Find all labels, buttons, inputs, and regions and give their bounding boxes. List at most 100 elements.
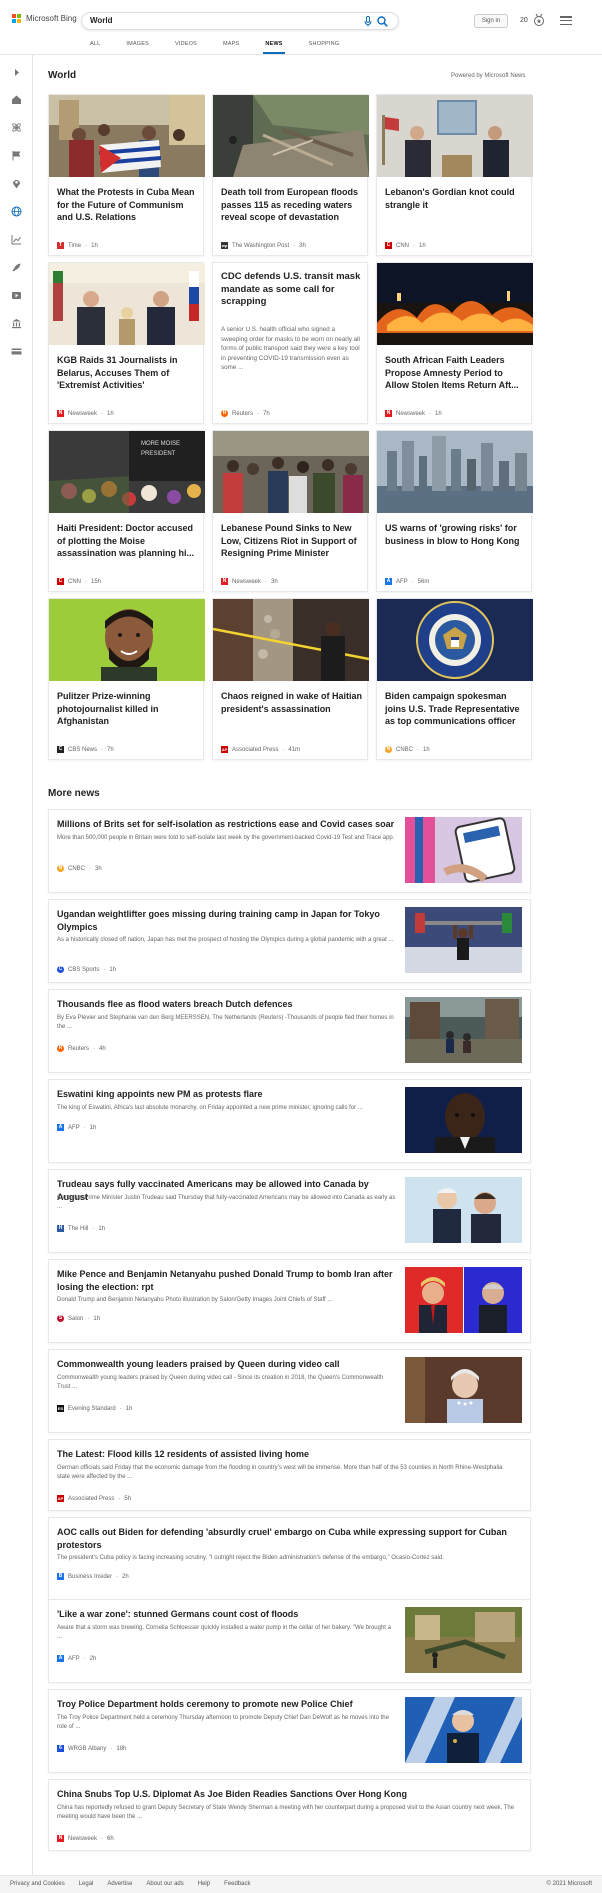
news-source: S Salon · 1h bbox=[57, 1315, 101, 1322]
news-card-title[interactable]: Lebanese Pound Sinks to New Low, Citizen… bbox=[221, 522, 363, 560]
chart-icon[interactable] bbox=[11, 234, 22, 245]
rewards-count[interactable]: 20 bbox=[520, 17, 528, 24]
tab-shopping[interactable]: SHOPPING bbox=[309, 41, 340, 51]
news-list-item[interactable]: The Latest: Flood kills 12 residents of … bbox=[48, 1439, 531, 1511]
source-logo-icon: N bbox=[57, 1835, 64, 1842]
news-list-item[interactable]: Trudeau says fully vaccinated Americans … bbox=[48, 1169, 531, 1253]
news-card-title[interactable]: Pulitzer Prize-winning photojournalist k… bbox=[57, 690, 199, 728]
news-item-title[interactable]: Thousands flee as flood waters breach Du… bbox=[57, 998, 397, 1011]
news-item-title[interactable]: Commonwealth young leaders praised by Qu… bbox=[57, 1358, 397, 1371]
news-card-title[interactable]: Death toll from European floods passes 1… bbox=[221, 186, 363, 224]
news-image-photojournalist bbox=[49, 599, 205, 681]
expand-icon[interactable] bbox=[11, 67, 22, 78]
news-card-title[interactable]: KGB Raids 31 Journalists in Belarus, Acc… bbox=[57, 354, 199, 392]
news-source: N Newsweek · 3h bbox=[221, 578, 278, 585]
money-icon[interactable] bbox=[11, 346, 22, 357]
hamburger-menu-icon[interactable] bbox=[560, 16, 572, 26]
news-list-item[interactable]: Eswatini king appoints new PM as protest… bbox=[48, 1079, 531, 1163]
film-icon[interactable] bbox=[11, 290, 22, 301]
footer-link-help[interactable]: Help bbox=[198, 1881, 210, 1887]
news-item-snippet: The president's Cuba policy is facing in… bbox=[57, 1555, 444, 1561]
news-item-title[interactable]: Troy Police Department holds ceremony to… bbox=[57, 1698, 397, 1711]
search-icon[interactable] bbox=[377, 16, 388, 27]
news-item-title[interactable]: China Snubs Top U.S. Diplomat As Joe Bid… bbox=[57, 1788, 517, 1801]
news-item-title[interactable]: 'Like a war zone': stunned Germans count… bbox=[57, 1608, 397, 1621]
footer-link-legal[interactable]: Legal bbox=[79, 1881, 94, 1887]
news-item-title[interactable]: AOC calls out Biden for defending 'absur… bbox=[57, 1526, 517, 1551]
news-card-title[interactable]: South African Faith Leaders Propose Amne… bbox=[385, 354, 527, 392]
news-card-title[interactable]: CDC defends U.S. transit mask mandate as… bbox=[221, 271, 363, 309]
news-item-snippet: China has reportedly refused to grant De… bbox=[57, 1805, 515, 1820]
news-card[interactable]: Biden campaign spokesman joins U.S. Trad… bbox=[376, 598, 533, 760]
news-card[interactable]: CDC defends U.S. transit mask mandate as… bbox=[212, 262, 368, 424]
powered-by-label[interactable]: Powered by Microsoft News bbox=[451, 73, 525, 79]
microphone-icon[interactable] bbox=[364, 16, 372, 27]
news-list-item[interactable]: Mike Pence and Benjamin Netanyahu pushed… bbox=[48, 1259, 531, 1343]
news-source: T Time · 1h bbox=[57, 242, 98, 249]
location-icon[interactable] bbox=[11, 178, 22, 189]
home-icon[interactable] bbox=[11, 94, 22, 105]
source-logo-icon: C bbox=[57, 966, 64, 973]
news-source: A AFP · 56m bbox=[385, 578, 430, 585]
news-list-item[interactable]: Troy Police Department holds ceremony to… bbox=[48, 1689, 531, 1773]
news-card[interactable]: Chaos reigned in wake of Haitian preside… bbox=[212, 598, 369, 760]
news-item-title[interactable]: Ugandan weightlifter goes missing during… bbox=[57, 908, 397, 933]
search-input[interactable] bbox=[90, 16, 340, 25]
news-source: 6 WRGB Albany · 18h bbox=[57, 1745, 126, 1752]
tab-maps[interactable]: MAPS bbox=[223, 41, 239, 51]
source-logo-icon: ES bbox=[57, 1405, 64, 1412]
news-list-item[interactable]: Ugandan weightlifter goes missing during… bbox=[48, 899, 531, 983]
flag-icon[interactable] bbox=[11, 150, 22, 161]
news-card-title[interactable]: Biden campaign spokesman joins U.S. Trad… bbox=[385, 690, 527, 728]
news-card[interactable]: Death toll from European floods passes 1… bbox=[212, 94, 369, 256]
news-card-title[interactable]: US warns of 'growing risks' for business… bbox=[385, 522, 527, 547]
science-icon[interactable] bbox=[11, 122, 22, 133]
news-list-item[interactable]: AOC calls out Biden for defending 'absur… bbox=[48, 1517, 531, 1601]
svg-text:PRESIDENT: PRESIDENT bbox=[141, 451, 176, 457]
sign-in-button[interactable]: Sign in bbox=[474, 14, 508, 28]
footer-link-about-ads[interactable]: About our ads bbox=[146, 1881, 183, 1887]
more-news-title: More news bbox=[48, 788, 100, 799]
footer-link-feedback[interactable]: Feedback bbox=[224, 1881, 250, 1887]
news-card[interactable]: MORE MOISE PRESIDENT Haiti President: Doc… bbox=[48, 430, 205, 592]
news-card[interactable]: Lebanon's Gordian knot could strangle it… bbox=[376, 94, 533, 256]
search-box[interactable] bbox=[81, 12, 399, 30]
source-logo-icon: N bbox=[221, 578, 228, 585]
rocket-icon[interactable] bbox=[11, 262, 22, 273]
news-card-title[interactable]: Haiti President: Doctor accused of plott… bbox=[57, 522, 199, 560]
footer-link-advertise[interactable]: Advertise bbox=[107, 1881, 132, 1887]
news-card-title[interactable]: Lebanon's Gordian knot could strangle it bbox=[385, 186, 527, 211]
tab-videos[interactable]: VIDEOS bbox=[175, 41, 197, 51]
bank-icon[interactable] bbox=[11, 318, 22, 329]
news-card[interactable]: Pulitzer Prize-winning photojournalist k… bbox=[48, 598, 205, 760]
news-item-title[interactable]: Mike Pence and Benjamin Netanyahu pushed… bbox=[57, 1268, 397, 1293]
news-list-item[interactable]: 'Like a war zone': stunned Germans count… bbox=[48, 1599, 531, 1683]
bing-logo[interactable]: Microsoft Bing bbox=[12, 14, 77, 23]
news-item-snippet: The Troy Police Department held a ceremo… bbox=[57, 1715, 389, 1730]
news-card-title[interactable]: What the Protests in Cuba Mean for the F… bbox=[57, 186, 199, 224]
news-card[interactable]: US warns of 'growing risks' for business… bbox=[376, 430, 533, 592]
news-list-item[interactable]: China Snubs Top U.S. Diplomat As Joe Bid… bbox=[48, 1779, 531, 1851]
tab-images[interactable]: IMAGES bbox=[126, 41, 149, 51]
news-list-item[interactable]: Thousands flee as flood waters breach Du… bbox=[48, 989, 531, 1073]
news-list-item[interactable]: Commonwealth young leaders praised by Qu… bbox=[48, 1349, 531, 1433]
source-logo-icon: T bbox=[57, 242, 64, 249]
news-card-title[interactable]: Chaos reigned in wake of Haitian preside… bbox=[221, 690, 363, 715]
news-source: AP Associated Press · 5h bbox=[57, 1495, 132, 1502]
tab-news[interactable]: NEWS bbox=[263, 41, 286, 54]
news-card[interactable]: KGB Raids 31 Journalists in Belarus, Acc… bbox=[48, 262, 205, 424]
news-card[interactable]: South African Faith Leaders Propose Amne… bbox=[376, 262, 533, 424]
rewards-medal-icon[interactable] bbox=[533, 13, 545, 27]
news-list-item[interactable]: Millions of Brits set for self-isolation… bbox=[48, 809, 531, 893]
source-logo-icon: N bbox=[385, 410, 392, 417]
tab-all[interactable]: ALL bbox=[90, 41, 100, 51]
news-card[interactable]: What the Protests in Cuba Mean for the F… bbox=[48, 94, 205, 256]
news-image-haiti-memorial: MORE MOISE PRESIDENT bbox=[49, 431, 205, 513]
footer-link-privacy[interactable]: Privacy and Cookies bbox=[10, 1881, 65, 1887]
news-item-title[interactable]: The Latest: Flood kills 12 residents of … bbox=[57, 1448, 517, 1461]
news-item-snippet: Commonwealth young leaders praised by Qu… bbox=[57, 1375, 384, 1390]
news-card[interactable]: Lebanese Pound Sinks to New Low, Citizen… bbox=[212, 430, 369, 592]
globe-icon[interactable] bbox=[11, 206, 22, 217]
news-item-title[interactable]: Eswatini king appoints new PM as protest… bbox=[57, 1088, 397, 1101]
news-item-title[interactable]: Millions of Brits set for self-isolation… bbox=[57, 818, 397, 831]
